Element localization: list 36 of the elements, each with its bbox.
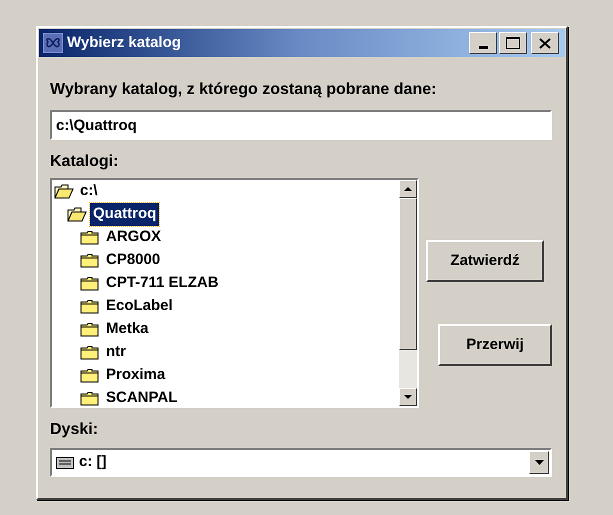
folder-item[interactable]: ntr [103,341,129,364]
dropdown-button[interactable] [529,451,549,474]
confirm-button[interactable]: Zatwierdź [426,240,544,282]
folder-item[interactable]: c:\ [77,180,101,203]
caret-icon [534,460,544,465]
folder-item[interactable]: SCANPAL [103,387,180,406]
scrollbar[interactable] [399,180,417,406]
drive-dropdown[interactable]: c: [] [50,448,552,477]
minimize-icon [478,46,488,49]
folder-item[interactable]: ARGOX [103,226,164,249]
cancel-button[interactable]: Przerwij [438,324,552,366]
folders-label: Katalogi: [50,152,120,172]
drive-icon [56,456,74,468]
folder-item[interactable]: EcoLabel [103,295,176,318]
down-arrow-icon [404,395,412,399]
maximize-icon [506,37,520,49]
folder-item[interactable]: Metka [103,318,152,341]
folder-list[interactable]: c:\ Quattroq ARGOX CP8000 CPT-711 ELZAB EcoLabel Metka ntr Proxima SCANPAL [50,178,419,408]
folder-item[interactable]: CPT-711 ELZAB [103,272,222,295]
drive-value: c: [] [79,452,108,472]
scroll-thumb[interactable] [399,198,417,350]
folder-item[interactable]: Proxima [103,364,168,387]
folder-item[interactable]: CP8000 [103,249,164,272]
drives-label: Dyski: [50,420,100,440]
scroll-down-button[interactable] [399,388,417,406]
minimize-button[interactable] [469,32,497,54]
path-field[interactable]: c:\Quattroq [50,110,552,140]
scroll-up-button[interactable] [399,180,417,198]
app-icon [43,33,63,53]
close-icon [539,38,551,48]
folder-item[interactable]: Quattroq [90,203,160,226]
window-title: Wybierz katalog [67,32,182,53]
close-button[interactable] [531,32,559,54]
selected-folder-label: Wybrany katalog, z którego zostaną pobrane dane: [50,80,438,100]
maximize-button[interactable] [499,32,527,54]
up-arrow-icon [404,187,412,191]
